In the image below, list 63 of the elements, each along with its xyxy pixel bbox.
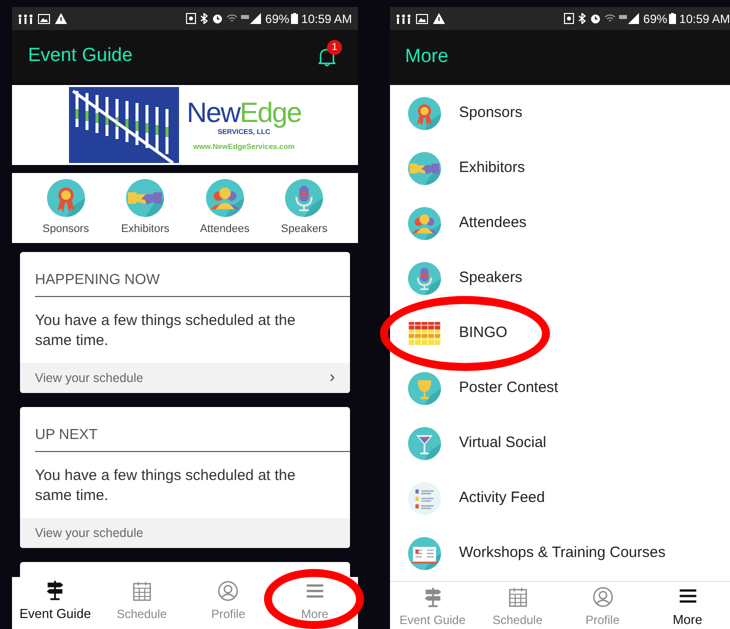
profile-icon — [592, 586, 614, 608]
card-heading: HAPPENING NOW — [35, 270, 350, 297]
notifications-button[interactable]: 1 — [312, 42, 342, 72]
logo-wordmark: NewEdge — [186, 98, 302, 128]
notification-badge: 1 — [327, 40, 342, 54]
quick-link[interactable]: Sponsors — [26, 178, 106, 238]
menu-item[interactable]: Workshops & Training Courses — [390, 526, 730, 581]
ribbon-icon — [46, 178, 85, 217]
quick-link[interactable]: Attendees — [185, 178, 264, 238]
view-schedule-link[interactable]: View your schedule › — [20, 363, 350, 393]
view-schedule-link[interactable]: View your schedule — [20, 518, 350, 548]
battery-percent: 69% — [265, 10, 290, 28]
image-icon — [38, 14, 50, 24]
menu-item[interactable]: Speakers — [390, 251, 730, 306]
person-icon — [206, 178, 244, 217]
menu-item[interactable]: Sponsors — [390, 86, 730, 141]
chevron-icon: › — [330, 366, 335, 390]
signal-icon — [619, 13, 640, 24]
quick-link[interactable]: Exhibitors — [106, 178, 185, 238]
app-title: More — [405, 45, 448, 70]
quick-link[interactable]: Speakers — [264, 178, 344, 238]
menu-item[interactable]: BINGO — [390, 306, 730, 361]
handshake-icon — [408, 152, 441, 185]
alarm-icon — [590, 13, 602, 24]
bluetooth-icon — [578, 13, 586, 24]
menu-item[interactable]: Activity Feed — [390, 471, 730, 526]
alarm-icon — [212, 13, 224, 24]
clock-time: 10:59 AM — [301, 10, 352, 28]
menu-item[interactable]: Attendees — [390, 196, 730, 251]
menu-item[interactable]: Poster Contest — [390, 361, 730, 416]
bluetooth-icon — [200, 13, 208, 24]
open-book-icon — [408, 537, 441, 570]
person-icon — [408, 207, 441, 240]
battery-icon — [669, 13, 676, 24]
nav-tab[interactable]: More — [645, 582, 730, 629]
profile-icon — [217, 580, 240, 602]
app-title: Event Guide — [28, 44, 133, 68]
card-heading: UP NEXT — [35, 425, 350, 452]
cocktail-glass-icon — [408, 427, 441, 460]
card-message: You have a few things scheduled at the same time. — [35, 310, 296, 351]
microphone-icon — [285, 178, 324, 217]
ribbon-icon — [408, 97, 441, 130]
people-icon — [18, 14, 33, 24]
clock-time: 10:59 AM — [679, 10, 730, 28]
warning-icon — [55, 13, 67, 24]
calendar-icon — [506, 586, 528, 608]
handshake-icon — [126, 178, 164, 217]
image-icon — [416, 14, 428, 24]
trophy-icon — [408, 372, 441, 405]
feed-list-icon — [408, 482, 441, 515]
people-icon — [396, 14, 411, 24]
nav-tab[interactable]: Event Guide — [12, 577, 98, 625]
card-message: You have a few things scheduled at the same time. — [35, 466, 296, 506]
wifi-icon — [227, 14, 238, 24]
menu-item[interactable]: Exhibitors — [390, 141, 730, 196]
microphone-icon — [408, 262, 441, 295]
wifi-icon — [605, 14, 616, 24]
calendar-icon — [130, 580, 153, 602]
signal-icon — [241, 13, 262, 24]
menu-item[interactable]: Virtual Social — [390, 416, 730, 471]
battery-percent: 69% — [643, 10, 668, 28]
warning-icon — [433, 13, 445, 24]
battery-icon — [291, 13, 298, 24]
